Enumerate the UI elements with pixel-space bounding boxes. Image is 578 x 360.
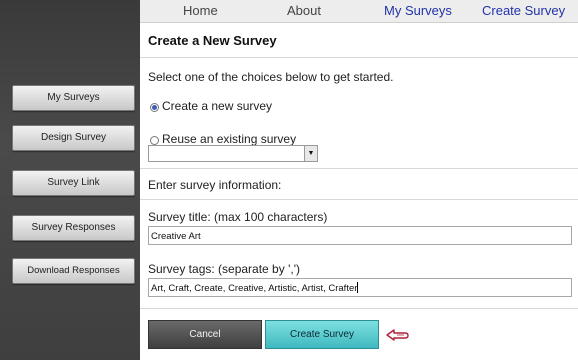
instruction-text: Select one of the choices below to get s… [148, 70, 394, 84]
cancel-button[interactable]: Cancel [148, 320, 262, 349]
survey-tags-input[interactable]: Art, Craft, Create, Creative, Artistic, … [148, 278, 572, 297]
main-panel: Create a New Survey Select one of the ch… [140, 23, 578, 360]
divider [140, 168, 578, 169]
title-bar: Create a New Survey [140, 23, 578, 58]
pointing-hand-icon [386, 329, 409, 341]
chevron-down-icon[interactable]: ▼ [304, 146, 317, 161]
create-new-radio[interactable] [150, 103, 159, 112]
survey-tags-label: Survey tags: (separate by ',') [148, 262, 300, 276]
survey-tags-value: Art, Craft, Create, Creative, Artistic, … [151, 283, 358, 294]
page-title: Create a New Survey [148, 33, 277, 48]
nav-my-surveys[interactable]: My Surveys [384, 3, 452, 18]
nav-create-survey[interactable]: Create Survey [482, 3, 565, 18]
sidebar-item-my-surveys[interactable]: My Surveys [12, 85, 135, 111]
nav-about[interactable]: About [287, 3, 321, 18]
sidebar: My Surveys Design Survey Survey Link Sur… [0, 0, 140, 360]
create-survey-button[interactable]: Create Survey [265, 320, 379, 349]
sidebar-item-survey-link[interactable]: Survey Link [12, 170, 135, 196]
divider [140, 199, 578, 200]
reuse-existing-label[interactable]: Reuse an existing survey [162, 132, 296, 146]
divider [140, 308, 578, 309]
sidebar-item-design-survey[interactable]: Design Survey [12, 125, 135, 151]
existing-survey-select[interactable]: ▼ [148, 145, 318, 162]
survey-title-value: Creative Art [151, 231, 201, 242]
nav-home[interactable]: Home [183, 3, 218, 18]
create-new-label[interactable]: Create a new survey [162, 99, 272, 113]
survey-title-input[interactable]: Creative Art [148, 226, 572, 245]
sidebar-item-download-responses[interactable]: Download Responses [12, 258, 135, 284]
section-label: Enter survey information: [148, 178, 282, 192]
text-caret [357, 282, 359, 293]
top-nav: Home About My Surveys Create Survey [140, 0, 578, 23]
survey-title-label: Survey title: (max 100 characters) [148, 210, 328, 224]
sidebar-item-survey-responses[interactable]: Survey Responses [12, 215, 135, 241]
reuse-existing-radio[interactable] [150, 136, 159, 145]
